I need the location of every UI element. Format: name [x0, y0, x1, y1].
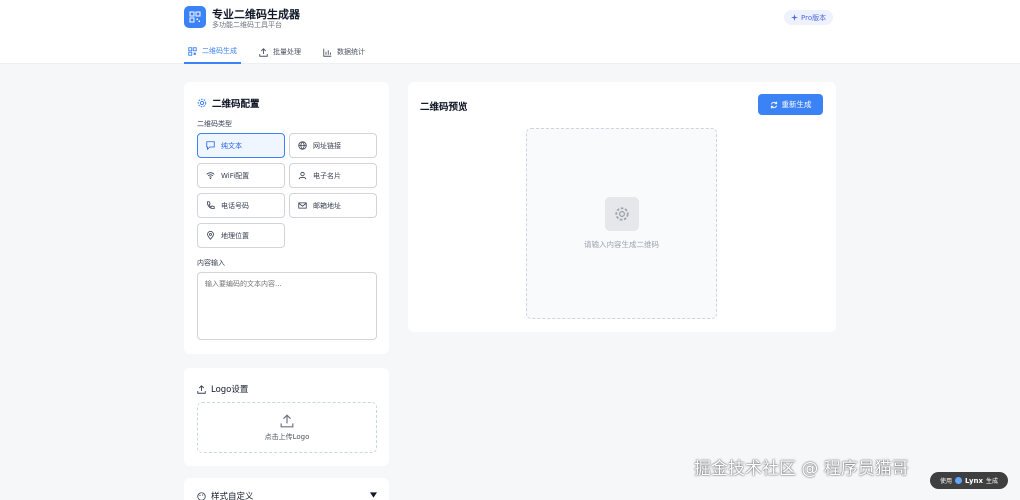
type-label-text: 邮箱地址 [313, 201, 341, 210]
qr-preview-area: 请输入内容生成二维码 [526, 128, 717, 319]
badge-brand: Lynx [964, 476, 984, 485]
app-subtitle: 多功能二维码工具平台 [212, 21, 282, 29]
config-title-text: 二维码配置 [212, 99, 260, 110]
palette-icon [197, 491, 206, 500]
upload-icon [259, 47, 268, 57]
tab-generate[interactable]: 二维码生成 [184, 40, 241, 64]
upload-icon [280, 413, 294, 427]
caret-down-icon[interactable] [370, 492, 377, 498]
content-input[interactable] [197, 272, 377, 340]
message-icon [206, 141, 215, 150]
type-url-button[interactable]: 网址链接 [289, 133, 377, 158]
tab-label: 批量处理 [273, 48, 301, 56]
type-wifi-button[interactable]: WiFi配置 [197, 163, 285, 188]
gear-icon [615, 207, 629, 221]
map-pin-icon [207, 231, 214, 240]
config-card: 二维码配置 二维码类型 纯文本 网址链接 WiFi配置 电子名片 电话号码 邮箱… [184, 82, 389, 354]
pro-badge-label: Pro版本 [801, 13, 827, 22]
badge-prefix: 使用 [939, 478, 952, 485]
logo-card: Logo设置 点击上传Logo [184, 368, 389, 466]
type-label-text: 地理位置 [221, 231, 249, 240]
type-label-text: 电话号码 [221, 201, 249, 210]
type-location-button[interactable]: 地理位置 [197, 223, 285, 248]
main-tabs: 二维码生成 批量处理 数据统计 [184, 40, 383, 64]
regenerate-label: 重新生成 [781, 100, 812, 109]
regenerate-button[interactable]: 重新生成 [758, 94, 823, 115]
type-vcard-button[interactable]: 电子名片 [289, 163, 377, 188]
watermark-text: 掘金技术社区 @ 程序员猫哥 [694, 459, 909, 479]
type-text-button[interactable]: 纯文本 [197, 133, 285, 158]
settings-icon [197, 98, 207, 108]
type-email-button[interactable]: 邮箱地址 [289, 193, 377, 218]
logo-title-text: Logo设置 [211, 385, 249, 395]
sparkle-icon [791, 14, 798, 21]
type-phone-button[interactable]: 电话号码 [197, 193, 285, 218]
tab-label: 数据统计 [337, 48, 365, 56]
tab-label: 二维码生成 [202, 47, 237, 55]
app-header: 专业二维码生成器 多功能二维码工具平台 Pro版本 二维码生成 批量处理 数据统 [0, 0, 1020, 64]
content-label: 内容输入 [197, 259, 225, 267]
wifi-icon [206, 172, 215, 180]
preview-title: 二维码预览 [420, 102, 468, 113]
lynx-badge: 使用 Lynx 生成 [930, 472, 1008, 489]
app-logo [184, 6, 206, 28]
mail-icon [298, 202, 307, 209]
qr-icon [188, 46, 197, 56]
style-title-text: 样式自定义 [211, 492, 254, 500]
phone-icon [207, 201, 215, 209]
lynx-logo-icon [954, 477, 962, 484]
upload-label: 点击上传Logo [264, 432, 310, 441]
tab-batch[interactable]: 批量处理 [255, 40, 305, 64]
refresh-icon [770, 101, 777, 108]
tab-stats[interactable]: 数据统计 [319, 40, 369, 64]
upload-icon [197, 384, 206, 394]
qr-icon [189, 11, 201, 23]
logo-upload-dropzone[interactable]: 点击上传Logo [197, 402, 377, 453]
style-title: 样式自定义 [197, 490, 254, 500]
type-label: 二维码类型 [197, 120, 232, 128]
type-label-text: WiFi配置 [221, 171, 250, 180]
preview-card: 二维码预览 重新生成 请输入内容生成二维码 [408, 82, 836, 332]
pro-badge[interactable]: Pro版本 [784, 10, 834, 25]
type-label-text: 网址链接 [313, 141, 341, 150]
config-title: 二维码配置 [197, 96, 260, 110]
badge-suffix: 生成 [986, 478, 999, 485]
gear-placeholder [605, 197, 639, 231]
preview-placeholder-text: 请输入内容生成二维码 [584, 240, 659, 249]
logo-title: Logo设置 [197, 383, 248, 395]
globe-icon [298, 141, 307, 150]
type-label-text: 纯文本 [221, 141, 242, 150]
type-label-text: 电子名片 [313, 171, 341, 180]
style-card[interactable]: 样式自定义 [184, 478, 389, 500]
user-icon [298, 171, 307, 180]
bar-chart-icon [323, 48, 332, 57]
